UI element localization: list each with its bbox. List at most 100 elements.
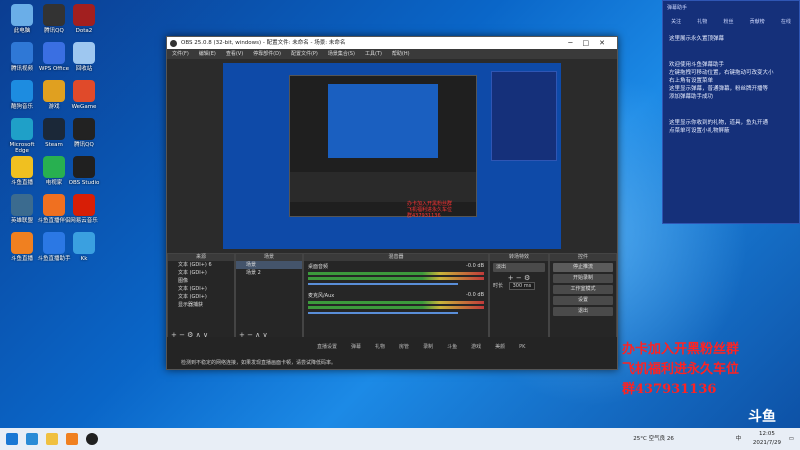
source-item[interactable]: 图像 (168, 277, 234, 285)
ime-indicator[interactable]: 中 (736, 436, 742, 442)
desktop-icon-label: 斗鱼直播 (10, 256, 33, 262)
scenes-header: 场景 (236, 254, 302, 261)
menu-item[interactable]: 场景集合(S) (328, 51, 355, 57)
app-icon (73, 194, 95, 216)
desktop-icon[interactable]: 腾讯QQ (66, 118, 102, 148)
stream-preview[interactable]: 办卡加入开黑粉丝群 飞机福利进永久车位 群437931136 (223, 63, 561, 249)
app-icon (73, 156, 95, 178)
transition-select[interactable]: 淡出 (493, 263, 545, 272)
source-item[interactable]: 显示器捕获 (168, 301, 234, 309)
danmu-tab[interactable]: 贡献榜 (750, 18, 765, 25)
danmu-tab[interactable]: 粉丝 (723, 18, 733, 25)
desktop-icon[interactable]: 斗鱼直播 (4, 232, 40, 262)
desktop-icon[interactable]: WeGame (66, 80, 102, 110)
desktop-icon[interactable]: Kk (66, 232, 102, 262)
app-icon (73, 80, 95, 102)
clock-date: 2021/7/29 (752, 439, 782, 446)
desktop-icon[interactable]: 英雄联盟 (4, 194, 40, 224)
nested-obs-preview (289, 75, 477, 217)
douyu-tool-button[interactable]: 房管 (399, 344, 409, 350)
menu-item[interactable]: 配置文件(P) (291, 51, 318, 57)
weather-widget[interactable]: 25°C 空气良 26 (633, 436, 674, 442)
window-controls[interactable]: ─□✕ (568, 37, 615, 49)
start-button-icon[interactable] (6, 433, 18, 445)
app-icon (11, 156, 33, 178)
desktop-icon[interactable]: 腾讯视频 (4, 42, 40, 72)
menu-item[interactable]: 文件(F) (172, 51, 189, 57)
system-tray: 25°C 空气良 26 中 12:05 2021/7/29 ▭ (633, 428, 800, 450)
scene-item[interactable]: 场景 2 (236, 269, 302, 277)
danmu-assistant-panel[interactable]: 弹幕助手 关注 礼物 粉丝 贡献榜 在线 这里展示永久置顶弹幕 欢迎使用斗鱼弹幕助手 左键… (662, 0, 800, 224)
duration-input[interactable]: 300 ms (508, 282, 536, 290)
menu-item[interactable]: 编辑(E) (199, 51, 216, 57)
desktop-icon[interactable]: 此电脑 (4, 4, 40, 34)
volume-slider[interactable] (308, 283, 458, 285)
menu-item[interactable]: 停靠部件(D) (253, 51, 281, 57)
menu-item[interactable]: 工具(T) (365, 51, 382, 57)
notification-icon[interactable]: ▭ (789, 436, 794, 442)
mixer-channel-name: 桌面音频 (308, 264, 329, 270)
douyu-tool-button[interactable]: 斗鱼 (447, 344, 457, 350)
obs-title: OBS 25.0.8 (32-bit, windows) - 配置文件: 未命名… (181, 40, 346, 46)
nested-notif-panel (491, 71, 557, 161)
scenes-dock: 场景 场景 场景 2 + − ∧ ∨ (235, 253, 303, 341)
volume-meter (308, 272, 484, 275)
desktop-icon[interactable]: 酷狗音乐 (4, 80, 40, 110)
desktop-icon-label: WeGame (71, 104, 97, 110)
douyu-tool-button[interactable]: 弹幕 (351, 344, 361, 350)
danmu-message: 这里显示你收到的礼物，道具，鱼丸开通 点菜单可设置小礼物屏蔽 (669, 120, 769, 134)
menu-item[interactable]: 查看(V) (226, 51, 243, 57)
mixer-channel: 麦克风/Aux -0.0 dB (304, 290, 488, 319)
danmu-tab[interactable]: 礼物 (697, 18, 707, 25)
control-button[interactable]: 开始录制 (553, 274, 613, 283)
nested-screen (328, 84, 438, 158)
desktop-icon[interactable]: OBS Studio (66, 156, 102, 186)
desktop-icon[interactable]: 网易云音乐 (66, 194, 102, 224)
obs-titlebar[interactable]: OBS 25.0.8 (32-bit, windows) - 配置文件: 未命名… (167, 37, 617, 49)
clock[interactable]: 12:05 2021/7/29 (753, 430, 781, 448)
source-item[interactable]: 文本 (GDI+) (168, 293, 234, 301)
danmu-tab[interactable]: 在线 (781, 18, 791, 25)
source-item[interactable]: 文本 (GDI+) 6 (168, 261, 234, 269)
desktop-icon-label: 英雄联盟 (10, 218, 33, 224)
app-icon (11, 42, 33, 64)
desktop-icon-label: Microsoft Edge (9, 142, 35, 154)
desktop-icon-label: Kk (80, 256, 88, 262)
taskbar-app-icon[interactable] (26, 433, 38, 445)
control-button[interactable]: 退出 (553, 307, 613, 316)
app-icon (11, 4, 33, 26)
menu-item[interactable]: 帮助(H) (392, 51, 410, 57)
app-icon (43, 156, 65, 178)
transitions-dock: 转场特效 淡出 + − ⚙ 时长 300 ms (489, 253, 549, 341)
desktop-icon[interactable]: 回收站 (66, 42, 102, 72)
douyu-watermark: 斗鱼 (748, 409, 776, 425)
control-button[interactable]: 设置 (553, 296, 613, 305)
app-icon (43, 232, 65, 254)
desktop-icon[interactable]: 斗鱼直播 (4, 156, 40, 186)
transition-add-remove[interactable]: + − ⚙ (490, 274, 548, 282)
source-item[interactable]: 文本 (GDI+) (168, 269, 234, 277)
desktop-icon[interactable]: Dota2 (66, 4, 102, 34)
danmu-header: 弹幕助手 (667, 5, 688, 11)
taskbar-app-icon[interactable] (66, 433, 78, 445)
volume-slider[interactable] (308, 312, 458, 314)
douyu-tool-button[interactable]: 礼物 (375, 344, 385, 350)
danmu-tab[interactable]: 关注 (671, 18, 681, 25)
obs-window[interactable]: OBS 25.0.8 (32-bit, windows) - 配置文件: 未命名… (166, 36, 618, 370)
desktop-icon[interactable]: Microsoft Edge (4, 118, 40, 154)
file-explorer-icon[interactable] (46, 433, 58, 445)
douyu-tool-button[interactable]: 直播设置 (317, 344, 337, 350)
volume-meter (308, 301, 484, 304)
douyu-bottom-bar: 直播设置 弹幕 礼物 房管 录制 斗鱼 游戏 美颜 PK 检测到不稳定的网络连接，如果发现直播画… (167, 337, 617, 369)
app-icon (11, 80, 33, 102)
douyu-tool-button[interactable]: 录制 (423, 344, 433, 350)
control-button[interactable]: 停止推流 (553, 263, 613, 272)
douyu-tool-button[interactable]: 游戏 (471, 344, 481, 350)
desktop-icon-label: 腾讯QQ (74, 142, 94, 148)
control-button[interactable]: 工作室模式 (553, 285, 613, 294)
douyu-tool-button[interactable]: PK (519, 344, 525, 350)
obs-taskbar-icon[interactable] (86, 433, 98, 445)
source-item[interactable]: 文本 (GDI+) (168, 285, 234, 293)
scene-item[interactable]: 场景 (236, 261, 302, 269)
douyu-tool-button[interactable]: 美颜 (495, 344, 505, 350)
